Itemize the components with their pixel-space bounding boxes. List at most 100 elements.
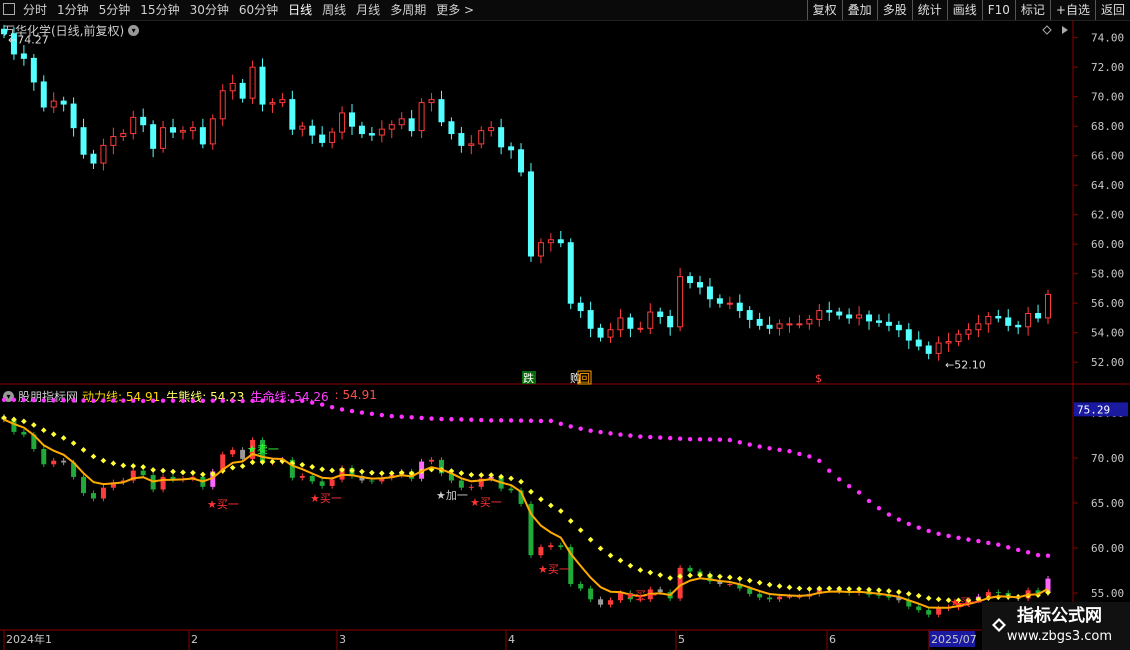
life-line-dot (240, 398, 245, 404)
bull-line-dot (925, 595, 932, 602)
candle-body (557, 239, 564, 244)
bull-line-dot (90, 453, 97, 460)
life-line-dot (727, 437, 733, 443)
bull-line-dot (100, 457, 107, 464)
candle-body (786, 323, 793, 326)
life-line-dot (777, 447, 782, 453)
life-line-dot (528, 418, 534, 423)
life-line-dot (260, 398, 265, 403)
bull-line-dot (110, 460, 117, 467)
price-tick-label: 66.00 (1091, 150, 1124, 163)
ind-candle-body (468, 486, 474, 488)
ind-candle-body (429, 459, 435, 462)
watermark-logo-icon (992, 618, 1006, 632)
bull-line-dot (886, 588, 892, 594)
life-line-dot (220, 398, 225, 403)
candle-body (895, 324, 902, 331)
life-line-dot (797, 451, 802, 457)
candle-body (239, 82, 246, 99)
life-line-dot (250, 398, 255, 404)
bull-line-dot (746, 577, 753, 584)
candle-body (349, 112, 355, 127)
candle-body (985, 315, 992, 325)
bull-line-dot (468, 471, 475, 478)
life-line-dot (379, 412, 385, 418)
life-line-dot (141, 398, 146, 404)
ind-candle-body (508, 488, 514, 491)
life-line-dot (280, 398, 285, 404)
life-line-dot (548, 418, 554, 424)
life-line-dot (479, 417, 484, 423)
candle-body (209, 118, 216, 145)
candle-body (488, 127, 495, 132)
candle-body (50, 100, 57, 108)
life-line-dot (449, 417, 454, 422)
price-tick-label: 74.00 (1091, 32, 1124, 45)
bull-line-dot (229, 464, 236, 471)
bull-line-dot (557, 508, 564, 514)
life-line-dot (1, 397, 7, 402)
indicator-tick-label: 55.00 (1091, 587, 1124, 600)
bull-line-dot (687, 572, 693, 579)
life-line-dot (121, 398, 126, 403)
life-line-dot (319, 402, 325, 407)
candle-body (726, 302, 733, 305)
bull-line-dot (140, 464, 147, 470)
candle-body (358, 125, 365, 135)
buy-signal-label: ★买一 (625, 589, 657, 602)
candle-body (408, 118, 415, 132)
market-marker-3: $ (815, 372, 822, 385)
ind-candle-body (608, 600, 614, 605)
life-line-dot (986, 540, 991, 546)
candle-body (617, 317, 624, 331)
candle-body (597, 327, 604, 338)
candle-body (637, 327, 644, 330)
ind-candle-body (598, 599, 604, 605)
bull-line-dot (587, 536, 594, 543)
life-line-dot (51, 398, 56, 403)
candle-body (905, 329, 912, 341)
watermark: 指标公式网 www.zbgs3.com (982, 602, 1130, 650)
ind-candle-body (558, 545, 564, 548)
life-line-dot (1025, 550, 1031, 555)
bull-line-dot (657, 572, 664, 578)
candle-body (706, 286, 713, 300)
candle-body (478, 130, 485, 145)
kline-chart[interactable]: 74.00 72.00 70.00 68.00 66.00 64.00 62.00 60.00… (0, 0, 1130, 650)
life-line-dot (996, 542, 1001, 547)
life-line-dot (787, 449, 792, 454)
candle-body (299, 125, 306, 130)
watermark-url: www.zbgs3.com (1006, 629, 1112, 644)
bull-line-dot (727, 574, 733, 581)
bull-line-dot (508, 475, 514, 482)
life-line-dot (807, 454, 812, 459)
ind-candle-body (687, 567, 693, 572)
candle-body (289, 99, 296, 130)
life-line-dot (498, 418, 504, 423)
time-tick-label: 3 (339, 633, 346, 646)
bull-line-dot (896, 589, 902, 595)
watermark-title: 指标公式网 (1017, 606, 1102, 626)
life-line-dot (648, 434, 653, 440)
life-line-dot (976, 538, 981, 544)
life-line-dot (91, 398, 96, 403)
candle-body (90, 153, 97, 164)
life-line-dot (349, 408, 355, 414)
ind-candle-body (100, 487, 106, 499)
life-line-dot (469, 417, 474, 422)
indicator-tick-label: 70.00 (1091, 452, 1124, 465)
bull-line-dot (319, 466, 325, 473)
life-line-dot (41, 398, 46, 403)
bull-line-dot (538, 496, 544, 503)
ind-candle-body (329, 479, 335, 486)
candle-body (140, 116, 147, 126)
candle-body (418, 102, 425, 132)
price-tick-label: 64.00 (1091, 179, 1124, 192)
life-line-dot (131, 398, 136, 403)
bull-line-dot (60, 435, 67, 441)
candle-body (1045, 293, 1051, 319)
candle-body (219, 90, 226, 120)
bull-line-dot (736, 575, 743, 582)
candle-body (458, 133, 465, 146)
life-line-dot (717, 437, 723, 442)
